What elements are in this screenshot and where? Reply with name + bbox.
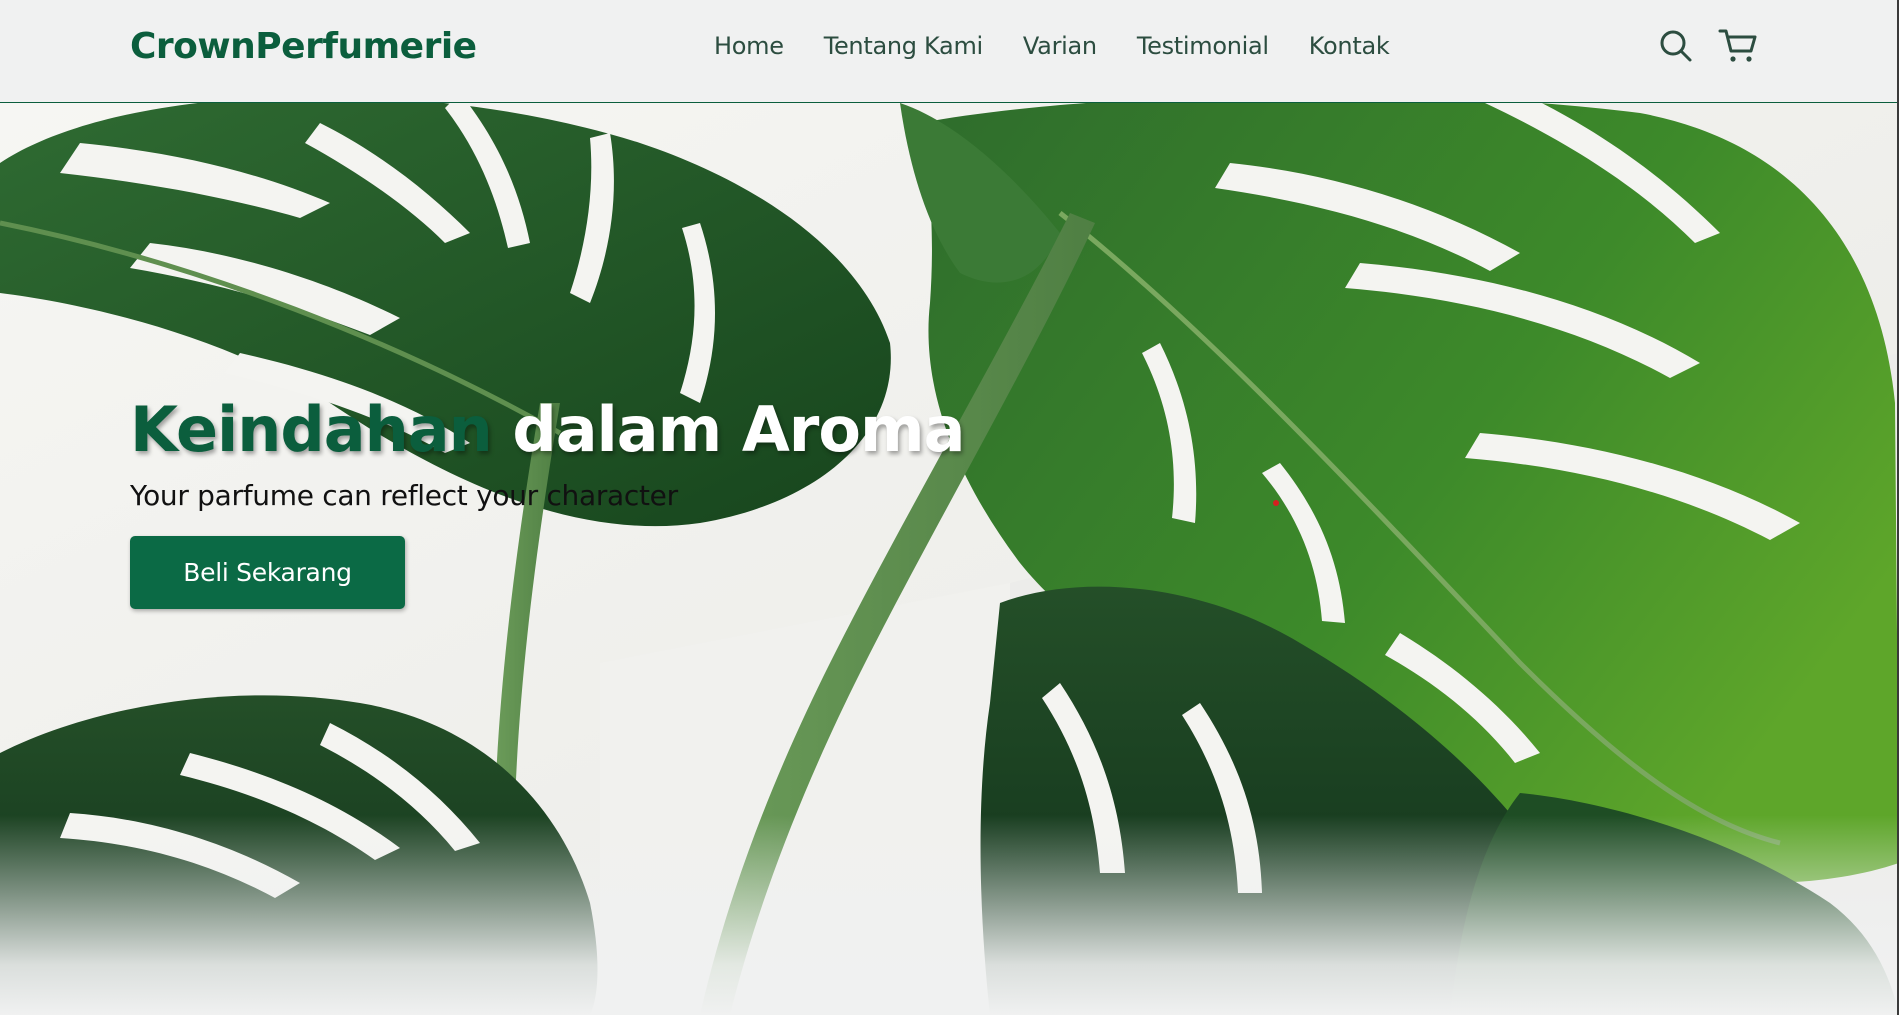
cart-icon[interactable] (1718, 26, 1758, 66)
buy-now-button[interactable]: Beli Sekarang (130, 536, 405, 609)
hero-bottom-fade (0, 815, 1899, 1015)
hero-title: Keindahan dalam Aroma (130, 393, 965, 467)
navbar: CrownPerfumerie Home Tentang Kami Varian… (0, 0, 1899, 103)
nav-link-testimonial[interactable]: Testimonial (1137, 30, 1269, 62)
nav-links: Home Tentang Kami Varian Testimonial Kon… (714, 30, 1429, 62)
nav-link-home[interactable]: Home (714, 30, 784, 62)
nav-link-varian[interactable]: Varian (1023, 30, 1097, 62)
nav-link-tentang-kami[interactable]: Tentang Kami (824, 30, 984, 62)
brand-logo[interactable]: CrownPerfumerie (130, 26, 477, 67)
hero-content: Keindahan dalam Aroma Your parfume can r… (130, 393, 965, 609)
page: CrownPerfumerie Home Tentang Kami Varian… (0, 0, 1899, 1015)
hero-title-rest: dalam Aroma (491, 393, 965, 466)
hero-subtitle: Your parfume can reflect your character (130, 479, 678, 512)
mouse-cursor-dot (1273, 500, 1279, 506)
nav-icons (1656, 26, 1758, 66)
nav-link-kontak[interactable]: Kontak (1309, 30, 1390, 62)
hero-section: Keindahan dalam Aroma Your parfume can r… (0, 103, 1899, 1015)
hero-title-accent: Keindahan (130, 393, 493, 466)
search-icon[interactable] (1656, 26, 1696, 66)
